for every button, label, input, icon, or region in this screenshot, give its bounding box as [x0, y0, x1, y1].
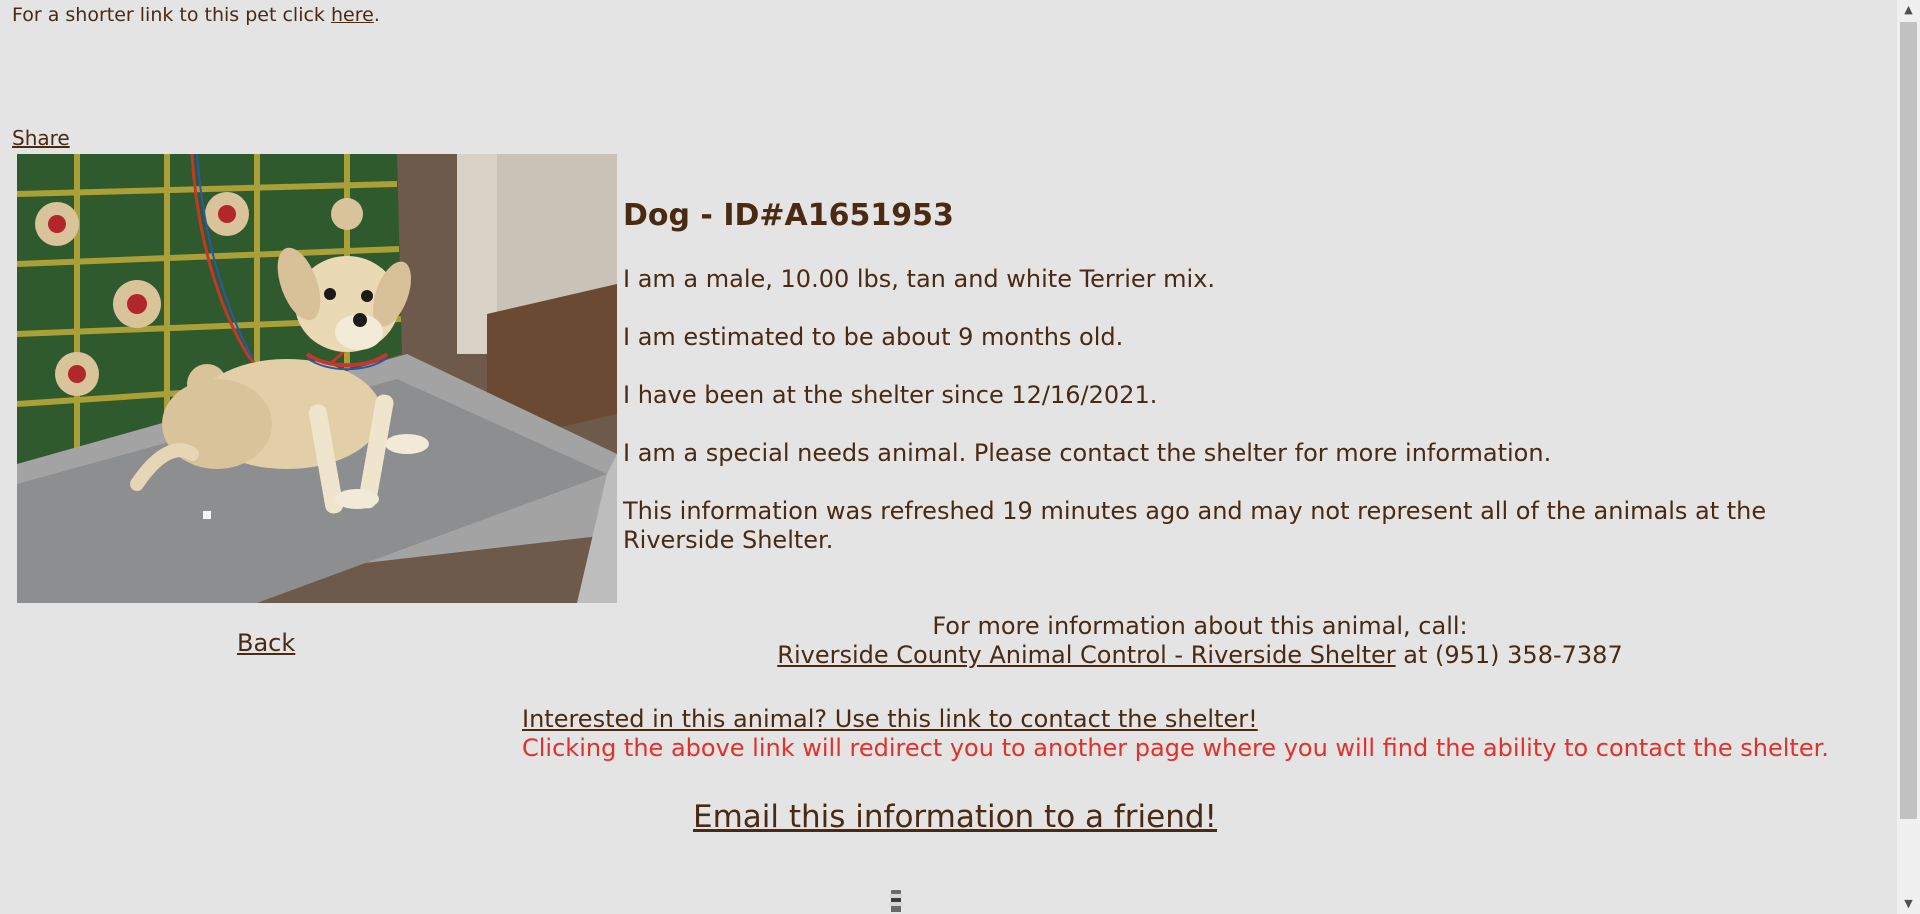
scroll-down-arrow-icon[interactable]: ▼: [1897, 894, 1920, 914]
animal-age: I am estimated to be about 9 months old.: [623, 323, 1124, 351]
scrollbar-thumb[interactable]: [1900, 22, 1917, 819]
shelter-link[interactable]: Riverside County Animal Control - Rivers…: [777, 641, 1395, 669]
scroll-up-arrow-icon[interactable]: ▲: [1897, 0, 1920, 20]
animal-title: Dog - ID#A1651953: [623, 198, 954, 233]
animal-info: Dog - ID#A1651953 I am a male, 10.00 lbs…: [623, 196, 1863, 584]
animal-description: I am a male, 10.00 lbs, tan and white Te…: [623, 265, 1216, 293]
contact-shelter-link[interactable]: Interested in this animal? Use this link…: [522, 705, 1258, 733]
short-link-prefix: For a shorter link to this pet click: [12, 4, 331, 26]
short-link-here[interactable]: here: [331, 4, 374, 26]
animal-shelter-since: I have been at the shelter since 12/16/2…: [623, 381, 1158, 409]
contact-block: For more information about this animal, …: [620, 612, 1780, 670]
pet-photo: [17, 154, 617, 603]
back-link[interactable]: Back: [237, 629, 295, 657]
contact-prompt: For more information about this animal, …: [932, 612, 1468, 640]
contact-line: Riverside County Animal Control - Rivers…: [620, 641, 1780, 670]
short-link-line: For a shorter link to this pet click her…: [12, 3, 380, 27]
redirect-warning: Clicking the above link will redirect yo…: [522, 734, 1829, 762]
animal-special-needs: I am a special needs animal. Please cont…: [623, 439, 1552, 467]
share-link[interactable]: Share: [12, 126, 70, 150]
interest-block: Interested in this animal? Use this link…: [522, 705, 1829, 763]
email-friend-link[interactable]: Email this information to a friend!: [693, 798, 1217, 836]
refresh-note: This information was refreshed 19 minute…: [623, 497, 1767, 554]
loading-spinner-icon: [888, 888, 904, 914]
short-link-suffix: .: [373, 4, 380, 26]
vertical-scrollbar[interactable]: ▲ ▼: [1897, 0, 1920, 914]
shelter-phone: at (951) 358-7387: [1395, 641, 1623, 669]
pet-detail-page: For a shorter link to this pet click her…: [0, 0, 1897, 914]
